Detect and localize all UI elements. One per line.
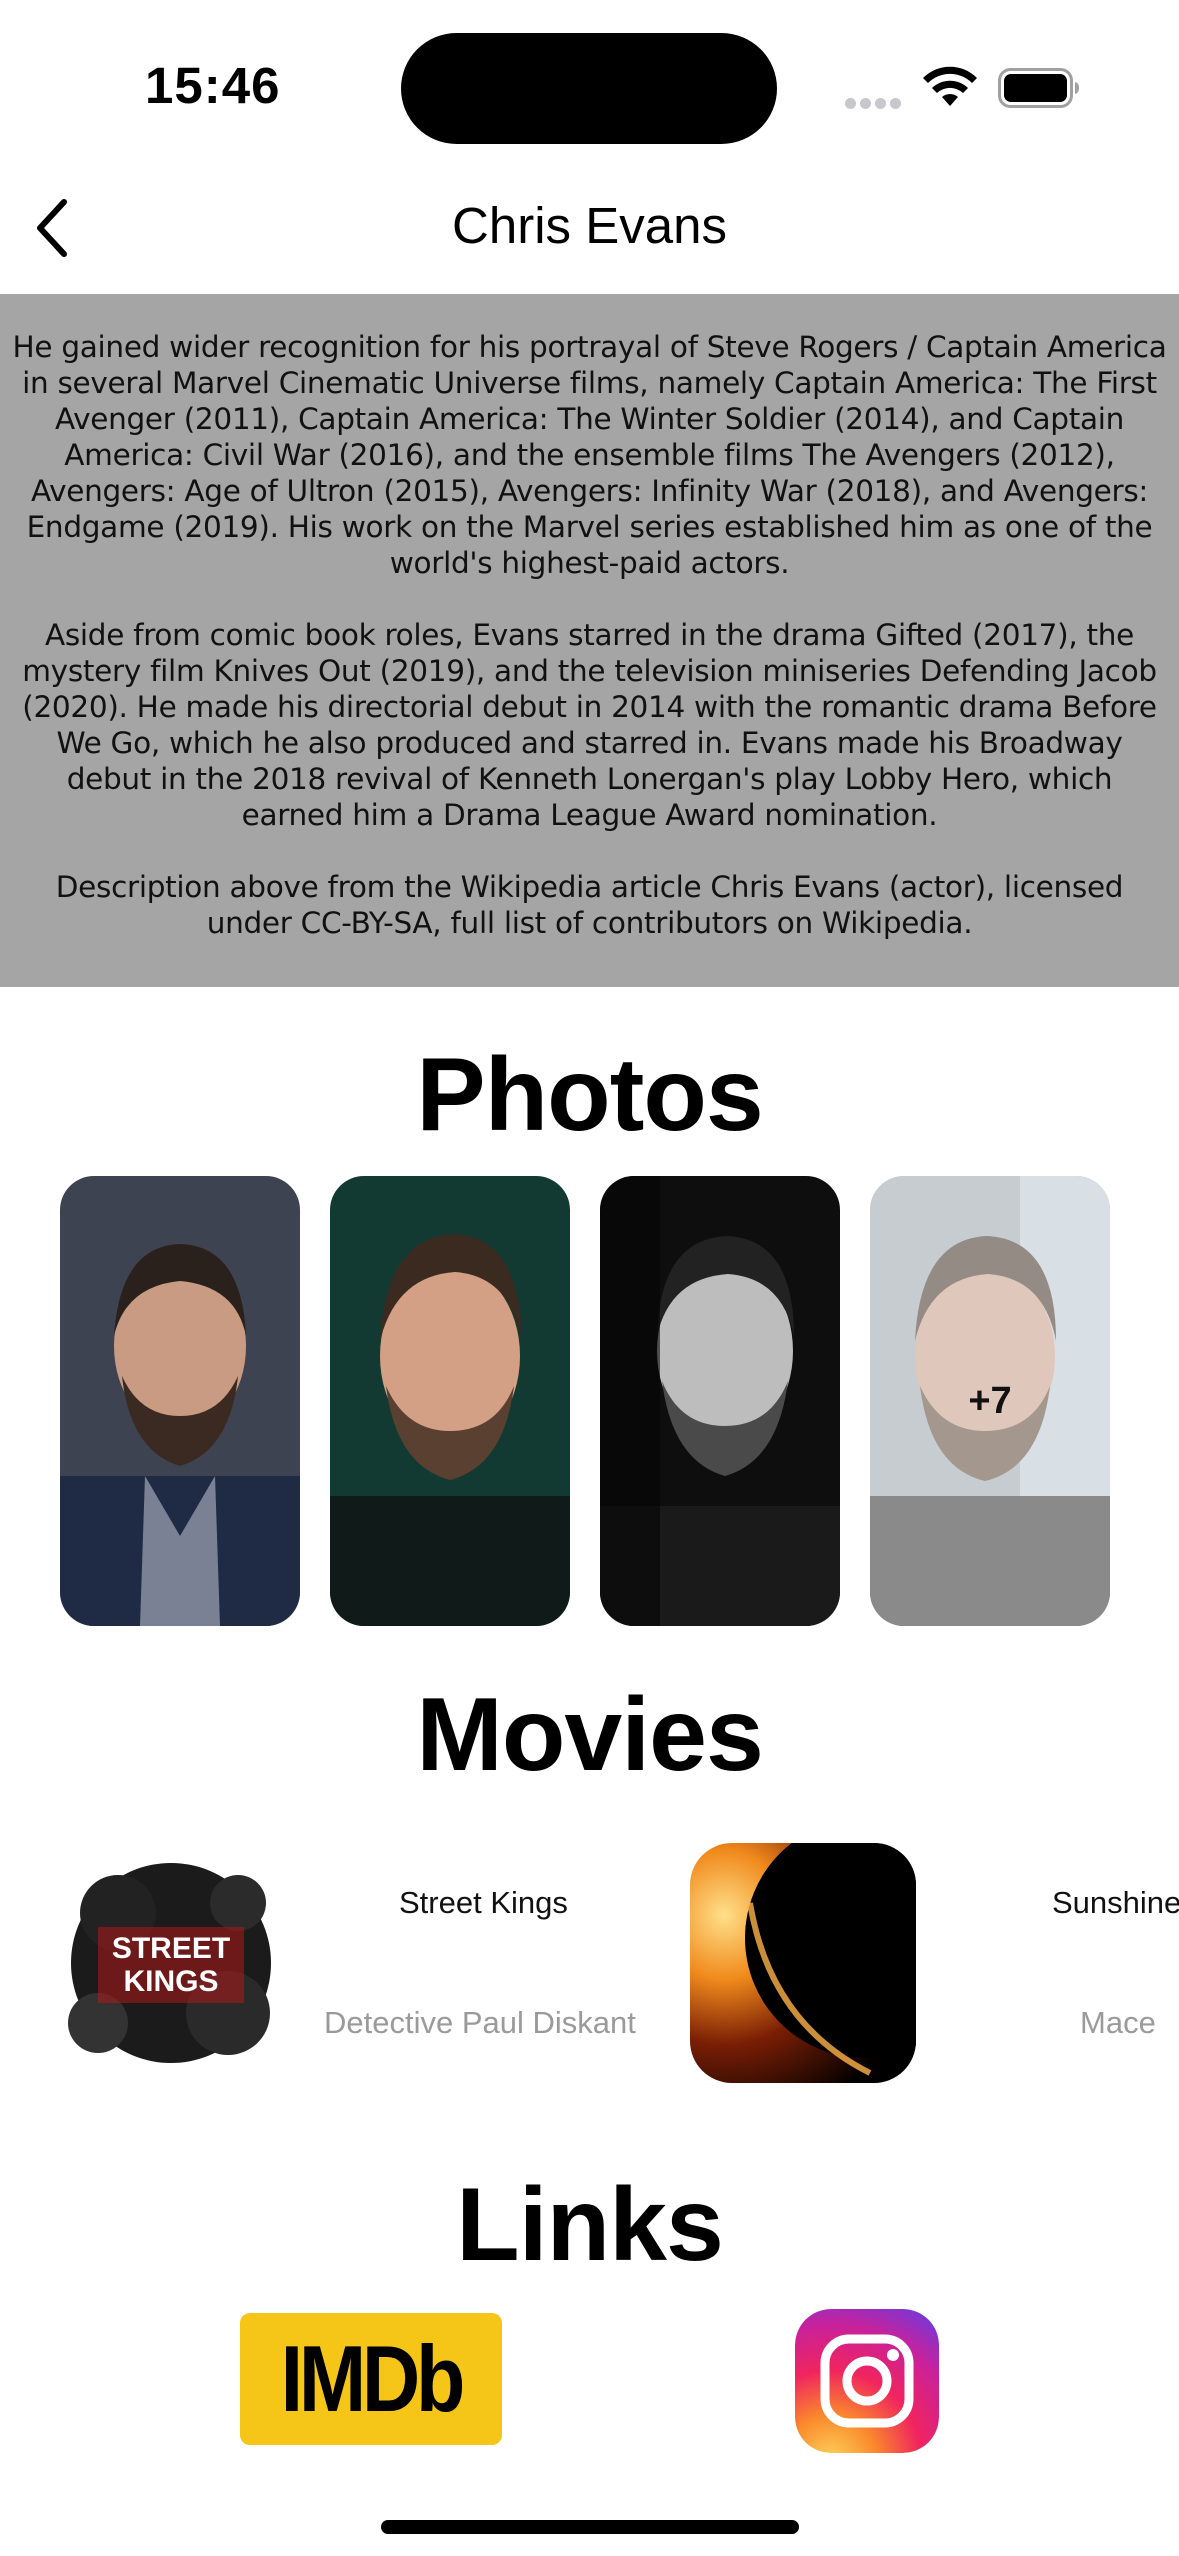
actor-photo[interactable] <box>60 1176 300 1626</box>
movie-role: Detective Paul Diskant <box>324 2005 636 2040</box>
navigation-header: Chris Evans <box>0 170 1179 294</box>
movie-title: Street Kings <box>399 1885 568 1920</box>
photos-heading: Photos <box>416 1037 763 1153</box>
cellular-signal-icon <box>845 96 905 109</box>
actor-photo-more[interactable]: +7 <box>870 1176 1110 1626</box>
actor-photo[interactable] <box>330 1176 570 1626</box>
biography-paragraph: Aside from comic book roles, Evans starr… <box>22 618 1157 832</box>
biography-text: He gained wider recognition for his port… <box>12 329 1167 977</box>
biography-box[interactable]: He gained wider recognition for his port… <box>0 294 1179 987</box>
movie-poster[interactable]: STREET KINGS <box>58 1843 284 2083</box>
biography-credit: Description above from the Wikipedia art… <box>55 870 1124 940</box>
page-title: Chris Evans <box>452 197 727 254</box>
more-photos-count: +7 <box>968 1379 1012 1422</box>
movie-title: Sunshine <box>1052 1885 1179 1920</box>
movie-list: STREET KINGS Street Kings Detective Paul… <box>0 1843 1179 2088</box>
instagram-icon <box>795 2309 939 2453</box>
status-bar: 15:46 <box>0 0 1179 170</box>
movies-heading: Movies <box>416 1677 764 1793</box>
biography-paragraph: He gained wider recognition for his port… <box>12 330 1167 580</box>
photo-more-overlay: +7 <box>870 1176 1110 1626</box>
imdb-logo-text: IMDb <box>280 2326 466 2431</box>
poster-title-bottom: KINGS <box>123 1965 218 1998</box>
actor-photo[interactable] <box>600 1176 840 1626</box>
battery-icon <box>998 68 1079 108</box>
movie-role: Mace <box>1080 2005 1156 2040</box>
wifi-icon <box>923 66 977 106</box>
movie-poster[interactable] <box>690 1843 916 2083</box>
links-heading: Links <box>456 2167 724 2283</box>
photo-gallery: +7 <box>60 1176 1120 1626</box>
imdb-link[interactable]: IMDb <box>240 2313 502 2445</box>
status-time: 15:46 <box>145 57 281 114</box>
poster-title-top: STREET <box>112 1932 230 1965</box>
home-indicator[interactable] <box>381 2520 799 2534</box>
instagram-link[interactable] <box>795 2309 939 2453</box>
dynamic-island <box>401 33 777 144</box>
